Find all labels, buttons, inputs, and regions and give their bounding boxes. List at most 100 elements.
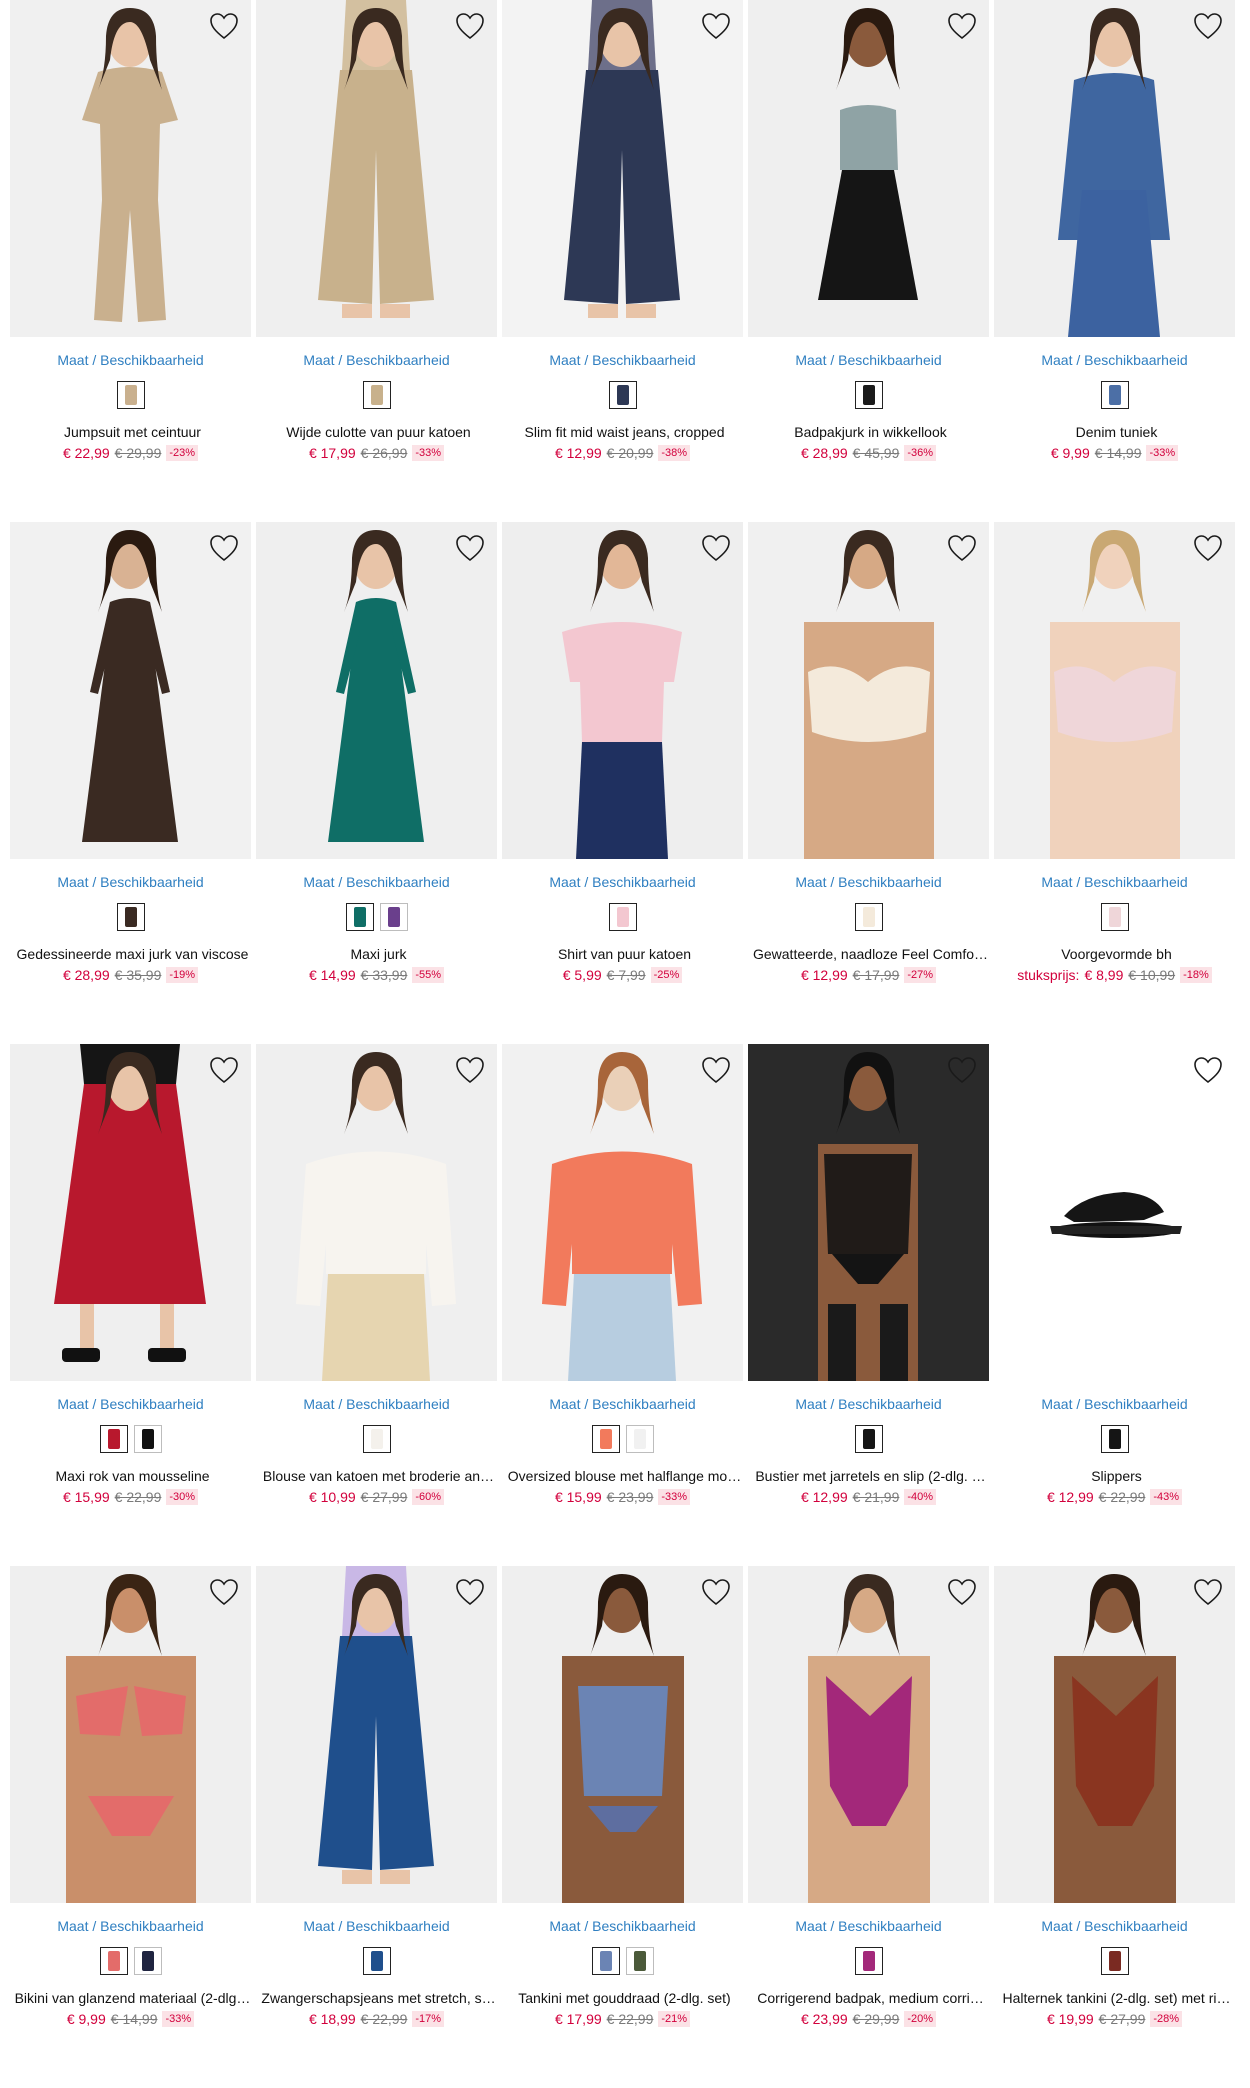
product-card[interactable]: Maat / Beschikbaarheid Zwangerschapsjean…	[256, 1566, 497, 2088]
color-swatch[interactable]	[608, 381, 637, 409]
size-availability-link[interactable]: Maat / Beschikbaarheid	[256, 874, 497, 890]
product-name[interactable]: Blouse van katoen met broderie an…	[256, 1468, 501, 1484]
color-swatch[interactable]	[133, 1425, 162, 1453]
product-name[interactable]: Zwangerschapsjeans met stretch, s…	[256, 1990, 501, 2006]
product-card[interactable]: Maat / Beschikbaarheid Slippers € 12,99 …	[994, 1044, 1235, 1566]
product-image[interactable]	[256, 0, 497, 337]
size-availability-link[interactable]: Maat / Beschikbaarheid	[10, 874, 251, 890]
product-card[interactable]: Maat / Beschikbaarheid Voorgevormde bh s…	[994, 522, 1235, 1044]
favorite-heart-icon[interactable]	[209, 1056, 239, 1084]
product-image[interactable]	[994, 1566, 1235, 1903]
product-card[interactable]: Maat / Beschikbaarheid Gewatteerde, naad…	[748, 522, 989, 1044]
color-swatch[interactable]	[854, 381, 883, 409]
product-card[interactable]: Maat / Beschikbaarheid Wijde culotte van…	[256, 0, 497, 522]
product-image[interactable]	[994, 0, 1235, 337]
product-card[interactable]: Maat / Beschikbaarheid Tankini met goudd…	[502, 1566, 743, 2088]
product-card[interactable]: Maat / Beschikbaarheid Oversized blouse …	[502, 1044, 743, 1566]
color-swatch[interactable]	[133, 1947, 162, 1975]
product-name[interactable]: Slippers	[994, 1468, 1239, 1484]
product-image[interactable]	[10, 1566, 251, 1903]
product-image[interactable]	[10, 522, 251, 859]
product-name[interactable]: Corrigerend badpak, medium corri…	[748, 1990, 993, 2006]
size-availability-link[interactable]: Maat / Beschikbaarheid	[994, 352, 1235, 368]
product-name[interactable]: Halternek tankini (2-dlg. set) met ri…	[994, 1990, 1239, 2006]
color-swatch[interactable]	[345, 903, 374, 931]
product-name[interactable]: Slim fit mid waist jeans, cropped	[502, 424, 747, 440]
color-swatch[interactable]	[1100, 381, 1129, 409]
size-availability-link[interactable]: Maat / Beschikbaarheid	[502, 874, 743, 890]
color-swatch[interactable]	[362, 381, 391, 409]
size-availability-link[interactable]: Maat / Beschikbaarheid	[502, 352, 743, 368]
product-name[interactable]: Bikini van glanzend materiaal (2-dlg…	[10, 1990, 255, 2006]
color-swatch[interactable]	[625, 1425, 654, 1453]
size-availability-link[interactable]: Maat / Beschikbaarheid	[256, 1396, 497, 1412]
product-name[interactable]: Maxi jurk	[256, 946, 501, 962]
product-image[interactable]	[256, 522, 497, 859]
product-name[interactable]: Gedessineerde maxi jurk van viscose	[10, 946, 255, 962]
product-card[interactable]: Maat / Beschikbaarheid Slim fit mid wais…	[502, 0, 743, 522]
color-swatch[interactable]	[854, 1947, 883, 1975]
product-name[interactable]: Denim tuniek	[994, 424, 1239, 440]
size-availability-link[interactable]: Maat / Beschikbaarheid	[256, 352, 497, 368]
product-image[interactable]	[994, 522, 1235, 859]
size-availability-link[interactable]: Maat / Beschikbaarheid	[994, 1918, 1235, 1934]
product-image[interactable]	[502, 522, 743, 859]
product-image[interactable]	[502, 1044, 743, 1381]
product-card[interactable]: Maat / Beschikbaarheid Bustier met jarre…	[748, 1044, 989, 1566]
size-availability-link[interactable]: Maat / Beschikbaarheid	[256, 1918, 497, 1934]
product-image[interactable]	[10, 1044, 251, 1381]
color-swatch[interactable]	[116, 381, 145, 409]
favorite-heart-icon[interactable]	[455, 12, 485, 40]
color-swatch[interactable]	[591, 1425, 620, 1453]
product-name[interactable]: Voorgevormde bh	[994, 946, 1239, 962]
favorite-heart-icon[interactable]	[701, 1578, 731, 1606]
size-availability-link[interactable]: Maat / Beschikbaarheid	[10, 1918, 251, 1934]
product-name[interactable]: Maxi rok van mousseline	[10, 1468, 255, 1484]
color-swatch[interactable]	[854, 1425, 883, 1453]
color-swatch[interactable]	[1100, 1947, 1129, 1975]
color-swatch[interactable]	[625, 1947, 654, 1975]
size-availability-link[interactable]: Maat / Beschikbaarheid	[10, 1396, 251, 1412]
product-image[interactable]	[748, 522, 989, 859]
favorite-heart-icon[interactable]	[701, 1056, 731, 1084]
size-availability-link[interactable]: Maat / Beschikbaarheid	[502, 1396, 743, 1412]
product-card[interactable]: Maat / Beschikbaarheid Blouse van katoen…	[256, 1044, 497, 1566]
product-image[interactable]	[748, 0, 989, 337]
product-card[interactable]: Maat / Beschikbaarheid Badpakjurk in wik…	[748, 0, 989, 522]
product-image[interactable]	[748, 1566, 989, 1903]
favorite-heart-icon[interactable]	[1193, 12, 1223, 40]
favorite-heart-icon[interactable]	[455, 534, 485, 562]
product-name[interactable]: Bustier met jarretels en slip (2-dlg. …	[748, 1468, 993, 1484]
favorite-heart-icon[interactable]	[455, 1056, 485, 1084]
color-swatch[interactable]	[362, 1425, 391, 1453]
product-image[interactable]	[502, 1566, 743, 1903]
product-image[interactable]	[748, 1044, 989, 1381]
size-availability-link[interactable]: Maat / Beschikbaarheid	[748, 1918, 989, 1934]
color-swatch[interactable]	[591, 1947, 620, 1975]
favorite-heart-icon[interactable]	[947, 534, 977, 562]
color-swatch[interactable]	[99, 1425, 128, 1453]
product-card[interactable]: Maat / Beschikbaarheid Bikini van glanze…	[10, 1566, 251, 2088]
favorite-heart-icon[interactable]	[209, 12, 239, 40]
favorite-heart-icon[interactable]	[947, 12, 977, 40]
size-availability-link[interactable]: Maat / Beschikbaarheid	[502, 1918, 743, 1934]
product-image[interactable]	[502, 0, 743, 337]
product-card[interactable]: Maat / Beschikbaarheid Corrigerend badpa…	[748, 1566, 989, 2088]
size-availability-link[interactable]: Maat / Beschikbaarheid	[994, 1396, 1235, 1412]
product-name[interactable]: Jumpsuit met ceintuur	[10, 424, 255, 440]
color-swatch[interactable]	[854, 903, 883, 931]
product-name[interactable]: Gewatteerde, naadloze Feel Comfo…	[748, 946, 993, 962]
color-swatch[interactable]	[116, 903, 145, 931]
favorite-heart-icon[interactable]	[1193, 534, 1223, 562]
favorite-heart-icon[interactable]	[209, 534, 239, 562]
color-swatch[interactable]	[99, 1947, 128, 1975]
favorite-heart-icon[interactable]	[1193, 1056, 1223, 1084]
color-swatch[interactable]	[379, 903, 408, 931]
favorite-heart-icon[interactable]	[209, 1578, 239, 1606]
product-name[interactable]: Badpakjurk in wikkellook	[748, 424, 993, 440]
product-name[interactable]: Shirt van puur katoen	[502, 946, 747, 962]
product-image[interactable]	[256, 1566, 497, 1903]
size-availability-link[interactable]: Maat / Beschikbaarheid	[10, 352, 251, 368]
product-image[interactable]	[994, 1044, 1235, 1381]
product-card[interactable]: Maat / Beschikbaarheid Maxi rok van mous…	[10, 1044, 251, 1566]
